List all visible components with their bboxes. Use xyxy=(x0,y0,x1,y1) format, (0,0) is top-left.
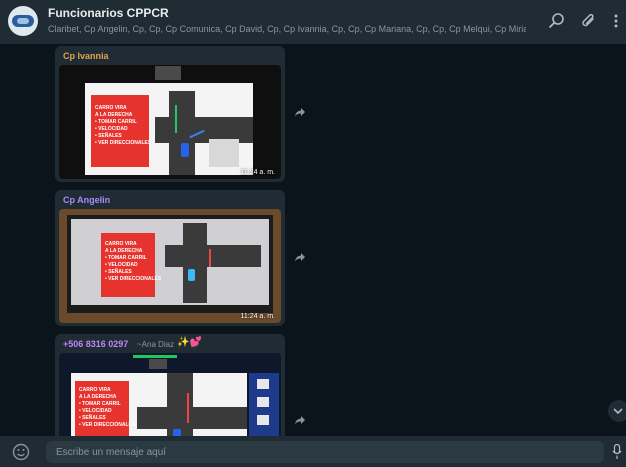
message-bubble[interactable]: +506 8316 0297 ~Ana Diaz ✨💕 CARRO VIRA A… xyxy=(55,334,285,436)
message-image[interactable]: CARRO VIRA A LA DERECHA • TOMAR CARRIL •… xyxy=(59,209,281,323)
chevron-down-icon xyxy=(613,408,623,415)
car xyxy=(173,429,181,436)
message-image[interactable]: CARRO VIRA A LA DERECHA • TOMAR CARRIL •… xyxy=(59,353,281,436)
chat-header[interactable]: Funcionarios CPPCR Claribet, Cp Angelin,… xyxy=(0,0,626,44)
car xyxy=(181,143,189,157)
slide-text: CARRO VIRA A LA DERECHA • TOMAR CARRIL •… xyxy=(79,387,136,428)
video-thumbnail xyxy=(155,66,181,80)
message-list[interactable]: Cp Ivannia CARRO VIRA A LA DERECHA • TOM… xyxy=(0,44,626,436)
group-avatar[interactable] xyxy=(8,6,38,36)
video-thumbnail xyxy=(149,359,167,369)
road-horizontal xyxy=(137,407,247,429)
forward-icon[interactable] xyxy=(294,106,306,118)
mic-icon[interactable] xyxy=(612,444,622,460)
message-sender[interactable]: Cp Ivannia xyxy=(63,51,109,61)
car xyxy=(188,269,195,281)
file-icon xyxy=(257,397,269,407)
file-icon xyxy=(257,379,269,389)
road-horizontal xyxy=(165,245,261,267)
progress-strip xyxy=(133,355,177,358)
search-icon[interactable] xyxy=(548,12,566,30)
sender-alias: ~Ana Diaz xyxy=(137,340,175,349)
message-sender[interactable]: +506 8316 0297 xyxy=(63,339,128,349)
emoji-icon[interactable] xyxy=(12,443,30,461)
attach-icon[interactable] xyxy=(580,12,598,30)
message-input[interactable] xyxy=(46,441,604,463)
arrow-green xyxy=(175,105,177,133)
composer-bar xyxy=(0,436,626,467)
presentation-slide: CARRO VIRA A LA DERECHA • TOMAR CARRIL •… xyxy=(71,373,247,436)
arrow-red xyxy=(209,249,211,267)
presentation-slide: CARRO VIRA A LA DERECHA • TOMAR CARRIL •… xyxy=(85,83,253,175)
forward-icon[interactable] xyxy=(294,414,306,426)
menu-dots-icon[interactable] xyxy=(610,12,622,30)
presentation-slide: CARRO VIRA A LA DERECHA • TOMAR CARRIL •… xyxy=(71,219,269,305)
message-image[interactable]: CARRO VIRA A LA DERECHA • TOMAR CARRIL •… xyxy=(59,65,281,179)
slide-text: CARRO VIRA A LA DERECHA • TOMAR CARRIL •… xyxy=(95,105,152,146)
message-bubble[interactable]: Cp Angelin CARRO VIRA A LA DERECHA • TOM… xyxy=(55,190,285,326)
scroll-down-button[interactable] xyxy=(608,400,626,422)
group-participants[interactable]: Claribet, Cp Angelin, Cp, Cp, Cp Comunic… xyxy=(48,24,526,34)
message-bubble[interactable]: Cp Ivannia CARRO VIRA A LA DERECHA • TOM… xyxy=(55,46,285,182)
arrow-red xyxy=(187,393,189,423)
message-time: 11:24 a. m. xyxy=(240,169,275,176)
forward-icon[interactable] xyxy=(294,251,306,263)
group-title[interactable]: Funcionarios CPPCR xyxy=(48,6,169,20)
monitor-screen: CARRO VIRA A LA DERECHA • TOMAR CARRIL •… xyxy=(67,215,273,313)
message-time: 11:24 a. m. xyxy=(240,313,275,320)
side-panel xyxy=(249,373,279,436)
file-icon xyxy=(257,415,269,425)
emoji-text: ✨💕 xyxy=(177,337,202,348)
message-sender[interactable]: Cp Angelin xyxy=(63,195,110,205)
sidewalk-block xyxy=(209,139,239,167)
slide-text: CARRO VIRA A LA DERECHA • TOMAR CARRIL •… xyxy=(105,241,162,282)
logo-inner-shape xyxy=(17,18,29,24)
